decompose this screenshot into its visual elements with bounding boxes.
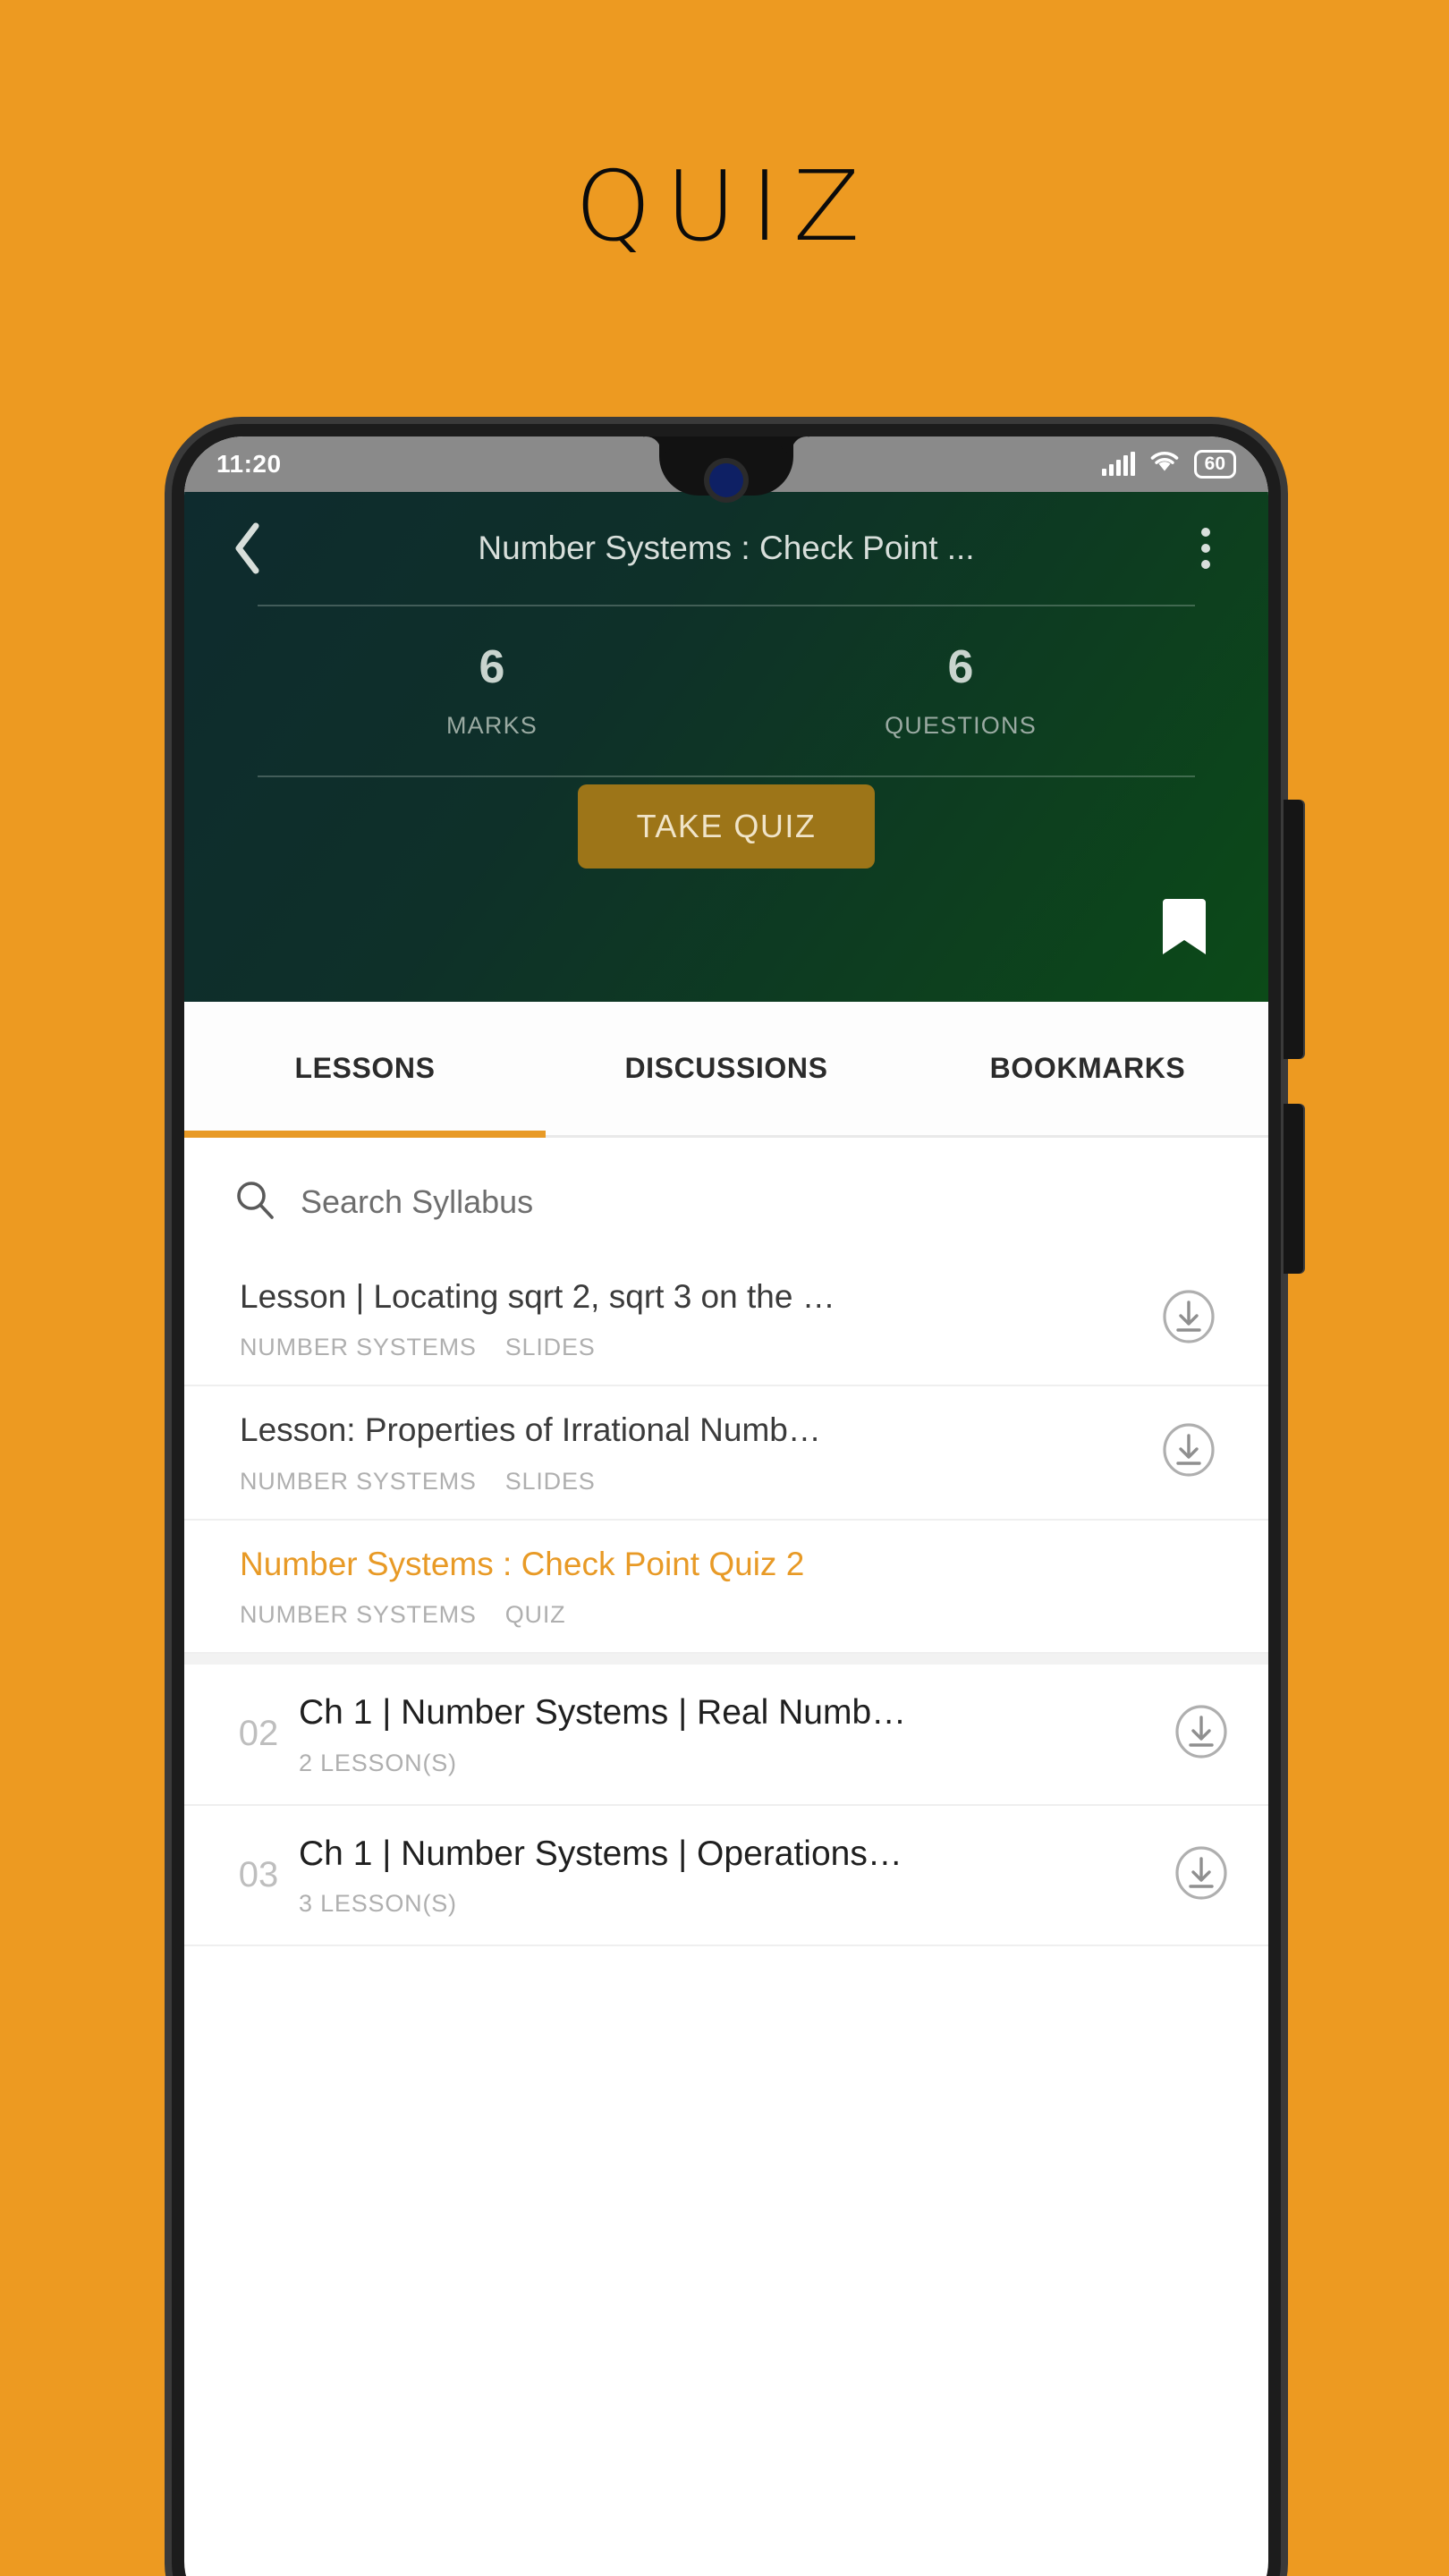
list-item-active-quiz[interactable]: Number Systems : Check Point Quiz 2 NUMB… bbox=[184, 1521, 1268, 1654]
list-section-divider bbox=[184, 1653, 1268, 1665]
chapter-meta: 2 LESSON(S) bbox=[299, 1749, 457, 1776]
lesson-text: Lesson | Locating sqrt 2, sqrt 3 on the … bbox=[240, 1276, 1145, 1361]
stat-questions: 6 QUESTIONS bbox=[726, 644, 1195, 740]
quiz-title: Number Systems : Check Point ... bbox=[478, 530, 975, 566]
lesson-subject: NUMBER SYSTEMS bbox=[240, 1600, 477, 1628]
lesson-meta: NUMBER SYSTEMS QUIZ bbox=[240, 1601, 1145, 1629]
search-icon bbox=[234, 1179, 275, 1224]
stat-marks: 6 MARKS bbox=[258, 644, 726, 740]
lesson-title: Lesson | Locating sqrt 2, sqrt 3 on the … bbox=[240, 1278, 835, 1315]
bookmark-icon[interactable] bbox=[1152, 894, 1216, 959]
page-title: QUIZ bbox=[575, 151, 874, 263]
lesson-subject: NUMBER SYSTEMS bbox=[240, 1467, 477, 1495]
lesson-subject: NUMBER SYSTEMS bbox=[240, 1334, 477, 1361]
list-item[interactable]: 02 Ch 1 | Number Systems | Real Numb… 2 … bbox=[184, 1665, 1268, 1806]
search-input[interactable]: Search Syllabus bbox=[184, 1138, 1268, 1253]
list-item[interactable]: Lesson | Locating sqrt 2, sqrt 3 on the … bbox=[184, 1253, 1268, 1387]
chapter-text: Ch 1 | Number Systems | Real Numb… 2 LES… bbox=[299, 1691, 1157, 1777]
phone-frame: 11:20 60 Number Systems: Check Point ..… bbox=[172, 424, 1303, 2576]
wifi-icon bbox=[1149, 450, 1180, 479]
tab-discussions-label: DISCUSSIONS bbox=[624, 1052, 828, 1084]
stat-marks-value: 6 bbox=[479, 641, 505, 693]
download-icon[interactable] bbox=[1161, 1422, 1216, 1482]
tab-bookmarks-label: BOOKMARKS bbox=[989, 1052, 1186, 1084]
take-quiz-button[interactable]: TAKE QUIZ bbox=[577, 784, 876, 869]
status-bar-indicators: 60 bbox=[1101, 449, 1236, 479]
lesson-text: Lesson: Properties of Irrational Numb… N… bbox=[240, 1410, 1145, 1495]
front-camera bbox=[709, 463, 743, 497]
syllabus-list: Search Syllabus Lesson | Locating sqrt 2… bbox=[184, 1138, 1268, 1947]
signal-bars-icon bbox=[1101, 452, 1135, 476]
lesson-meta: NUMBER SYSTEMS SLIDES bbox=[240, 1334, 1145, 1361]
quiz-stats: 6 MARKS 6 QUESTIONS bbox=[224, 606, 1229, 768]
lesson-title: Lesson: Properties of Irrational Numb… bbox=[240, 1411, 821, 1449]
kebab-menu-icon[interactable] bbox=[1182, 528, 1229, 569]
quiz-hero: Number Systems : Check Point ... 6 MARKS… bbox=[184, 492, 1268, 1002]
search-placeholder: Search Syllabus bbox=[301, 1182, 534, 1220]
lesson-type: SLIDES bbox=[504, 1467, 596, 1495]
list-item[interactable]: 03 Ch 1 | Number Systems | Operations… 3… bbox=[184, 1806, 1268, 1947]
stat-questions-label: QUESTIONS bbox=[885, 712, 1037, 739]
status-bar-time: 11:20 bbox=[216, 450, 282, 478]
lesson-type: SLIDES bbox=[504, 1334, 596, 1361]
chapter-text: Ch 1 | Number Systems | Operations… 3 LE… bbox=[299, 1833, 1157, 1919]
content-tabs: LESSONS DISCUSSIONS BOOKMARKS bbox=[184, 1002, 1268, 1138]
battery-indicator: 60 bbox=[1193, 449, 1236, 479]
download-icon[interactable] bbox=[1161, 1289, 1216, 1349]
lesson-type: QUIZ bbox=[504, 1600, 566, 1628]
chapter-index: 03 bbox=[238, 1854, 279, 1894]
take-quiz-container: TAKE QUIZ bbox=[224, 784, 1229, 869]
tab-discussions[interactable]: DISCUSSIONS bbox=[546, 1002, 907, 1135]
back-chevron-icon[interactable] bbox=[224, 522, 270, 574]
tab-bookmarks[interactable]: BOOKMARKS bbox=[907, 1002, 1268, 1135]
download-icon[interactable] bbox=[1174, 1845, 1229, 1905]
phone-side-button-volume[interactable] bbox=[1284, 800, 1303, 1059]
chapter-title: Ch 1 | Number Systems | Real Numb… bbox=[299, 1692, 907, 1732]
tab-lessons[interactable]: LESSONS bbox=[184, 1002, 546, 1138]
hero-divider-bottom bbox=[258, 775, 1195, 777]
phone-side-button-power[interactable] bbox=[1284, 1104, 1303, 1274]
stat-questions-value: 6 bbox=[947, 641, 974, 693]
phone-screen: 11:20 60 Number Systems: Check Point ..… bbox=[184, 436, 1268, 2576]
lesson-meta: NUMBER SYSTEMS SLIDES bbox=[240, 1468, 1145, 1496]
chapter-meta: 3 LESSON(S) bbox=[299, 1890, 457, 1918]
download-icon[interactable] bbox=[1174, 1704, 1229, 1764]
list-item[interactable]: Lesson: Properties of Irrational Numb… N… bbox=[184, 1386, 1268, 1521]
tab-lessons-label: LESSONS bbox=[294, 1052, 436, 1084]
lesson-text: Number Systems : Check Point Quiz 2 NUMB… bbox=[240, 1544, 1145, 1629]
status-bar: 11:20 60 bbox=[184, 436, 1268, 497]
chapter-title: Ch 1 | Number Systems | Operations… bbox=[299, 1834, 902, 1873]
app-bar: Number Systems : Check Point ... bbox=[224, 492, 1229, 597]
lesson-title: Number Systems : Check Point Quiz 2 bbox=[240, 1545, 805, 1582]
chapter-index: 02 bbox=[238, 1714, 279, 1754]
stat-marks-label: MARKS bbox=[445, 712, 538, 739]
